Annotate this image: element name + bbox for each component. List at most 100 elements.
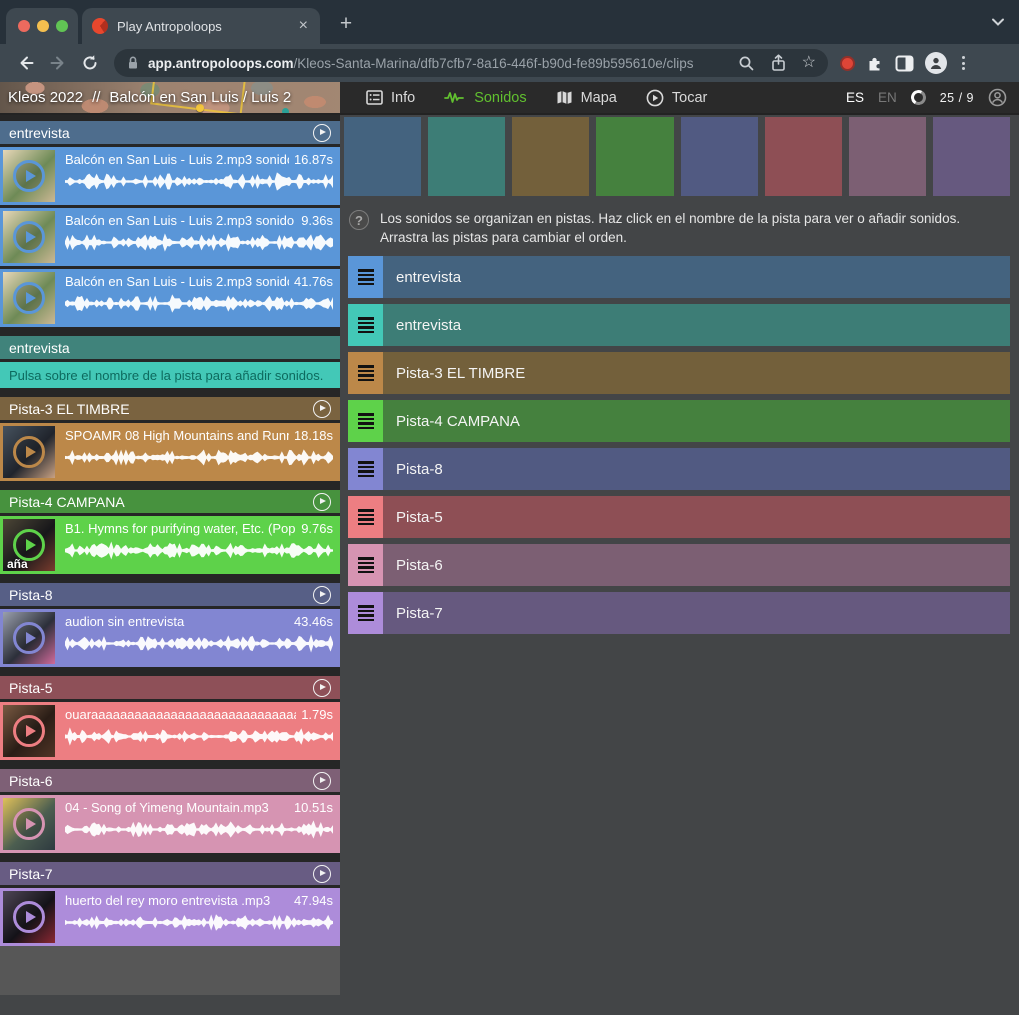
drag-handle-icon[interactable] — [348, 448, 383, 490]
browser-menu-icon[interactable] — [958, 56, 969, 70]
track-header[interactable]: Pista-7 — [0, 862, 340, 885]
track-row[interactable]: Pista-8 — [348, 448, 1010, 490]
clip-item[interactable]: Balcón en San Luis - Luis 2.mp3 sonido h… — [0, 269, 340, 327]
clip-item[interactable]: SPOAMR 08 High Mountains and Running ...… — [0, 423, 340, 481]
track-row-bar[interactable]: Pista-7 — [383, 592, 1010, 634]
clip-play-button[interactable] — [13, 436, 45, 468]
forward-button[interactable] — [42, 48, 74, 78]
browser-profile-avatar[interactable] — [925, 52, 947, 74]
track-row[interactable]: Pista-6 — [348, 544, 1010, 586]
clip-thumbnail[interactable] — [3, 211, 55, 263]
recording-extension-icon[interactable] — [840, 56, 855, 71]
track-header[interactable]: entrevista — [0, 121, 340, 144]
track-row[interactable]: Pista-4 CAMPANA — [348, 400, 1010, 442]
clip-thumbnail[interactable] — [3, 612, 55, 664]
breadcrumb[interactable]: Kleos 2022 // Balcón en San Luis / Luis … — [8, 82, 291, 113]
track-color-swatch[interactable] — [681, 117, 758, 196]
zoom-page-icon[interactable] — [738, 55, 755, 72]
clip-thumbnail[interactable] — [3, 798, 55, 850]
track-row-bar[interactable]: Pista-5 — [383, 496, 1010, 538]
nav-info[interactable]: Info — [366, 90, 415, 106]
window-minimize-button[interactable] — [37, 20, 49, 32]
clip-play-button[interactable] — [13, 622, 45, 654]
clip-item[interactable]: huerto del rey moro entrevista .mp3 47.9… — [0, 888, 340, 946]
lang-es-button[interactable]: ES — [846, 90, 864, 105]
lang-en-button[interactable]: EN — [878, 90, 897, 105]
drag-handle-icon[interactable] — [348, 256, 383, 298]
clip-thumbnail[interactable] — [3, 272, 55, 324]
browser-tab[interactable]: Play Antropoloops × — [82, 8, 320, 44]
track-row[interactable]: entrevista — [348, 304, 1010, 346]
track-row-bar[interactable]: Pista-8 — [383, 448, 1010, 490]
track-row[interactable]: Pista-7 — [348, 592, 1010, 634]
drag-handle-icon[interactable] — [348, 400, 383, 442]
nav-mapa[interactable]: Mapa — [556, 90, 617, 106]
reload-button[interactable] — [74, 48, 106, 78]
track-color-swatch[interactable] — [933, 117, 1010, 196]
track-color-swatch[interactable] — [512, 117, 589, 196]
breadcrumb-project[interactable]: Kleos 2022 — [8, 89, 83, 106]
clip-item[interactable]: 04 - Song of Yimeng Mountain.mp3 10.51s — [0, 795, 340, 853]
track-row-bar[interactable]: Pista-4 CAMPANA — [383, 400, 1010, 442]
url-bar[interactable]: app.antropoloops.com/Kleos-Santa-Marina/… — [114, 49, 828, 77]
clip-play-button[interactable] — [13, 160, 45, 192]
window-close-button[interactable] — [18, 20, 30, 32]
track-header[interactable]: Pista-4 CAMPANA — [0, 490, 340, 513]
extensions-puzzle-icon[interactable] — [866, 54, 884, 72]
track-row-bar[interactable]: Pista-3 EL TIMBRE — [383, 352, 1010, 394]
track-header[interactable]: Pista-6 — [0, 769, 340, 792]
track-row[interactable]: Pista-5 — [348, 496, 1010, 538]
track-play-button[interactable] — [313, 586, 331, 604]
nav-sonidos[interactable]: Sonidos — [444, 90, 526, 106]
window-zoom-button[interactable] — [56, 20, 68, 32]
new-tab-button[interactable]: + — [332, 10, 360, 38]
clip-thumbnail[interactable] — [3, 891, 55, 943]
track-header[interactable]: Pista-3 EL TIMBRE — [0, 397, 340, 420]
account-icon[interactable] — [988, 88, 1007, 107]
drag-handle-icon[interactable] — [348, 544, 383, 586]
drag-handle-icon[interactable] — [348, 304, 383, 346]
clip-thumbnail[interactable] — [3, 150, 55, 202]
clip-play-button[interactable] — [13, 901, 45, 933]
track-play-button[interactable] — [313, 772, 331, 790]
clip-thumbnail[interactable] — [3, 705, 55, 757]
clip-item[interactable]: Balcón en San Luis - Luis 2.mp3 sonido h… — [0, 147, 340, 205]
clip-play-button[interactable] — [13, 715, 45, 747]
tab-search-chevron-icon[interactable] — [991, 17, 1005, 27]
track-color-swatch[interactable] — [765, 117, 842, 196]
track-row[interactable]: entrevista — [348, 256, 1010, 298]
track-play-button[interactable] — [313, 493, 331, 511]
share-icon[interactable] — [770, 54, 787, 72]
clip-play-button[interactable] — [13, 221, 45, 253]
nav-tocar[interactable]: Tocar — [646, 89, 707, 107]
drag-handle-icon[interactable] — [348, 592, 383, 634]
clip-play-button[interactable] — [13, 282, 45, 314]
track-color-swatch[interactable] — [849, 117, 926, 196]
track-header[interactable]: Pista-8 — [0, 583, 340, 606]
track-row-bar[interactable]: entrevista — [383, 304, 1010, 346]
clip-item[interactable]: ouaraaaaaaaaaaaaaaaaaaaaaaaaaaaaaaaaaaaa… — [0, 702, 340, 760]
track-color-swatch[interactable] — [596, 117, 673, 196]
track-row[interactable]: Pista-3 EL TIMBRE — [348, 352, 1010, 394]
track-header[interactable]: entrevista — [0, 336, 340, 359]
track-play-button[interactable] — [313, 679, 331, 697]
clip-item[interactable]: aña B1. Hymns for purifying water, Etc. … — [0, 516, 340, 574]
drag-handle-icon[interactable] — [348, 352, 383, 394]
clip-play-button[interactable] — [13, 808, 45, 840]
track-color-swatch[interactable] — [428, 117, 505, 196]
clip-thumbnail[interactable] — [3, 426, 55, 478]
track-row-bar[interactable]: entrevista — [383, 256, 1010, 298]
drag-handle-icon[interactable] — [348, 496, 383, 538]
bookmark-star-icon[interactable]: ☆ — [802, 55, 816, 71]
track-play-button[interactable] — [313, 865, 331, 883]
clip-thumbnail[interactable]: aña — [3, 519, 55, 571]
clip-item[interactable]: audion sin entrevista 43.46s — [0, 609, 340, 667]
track-play-button[interactable] — [313, 400, 331, 418]
lock-icon[interactable] — [126, 55, 140, 71]
back-button[interactable] — [10, 48, 42, 78]
track-row-bar[interactable]: Pista-6 — [383, 544, 1010, 586]
track-color-swatch[interactable] — [344, 117, 421, 196]
track-header[interactable]: Pista-5 — [0, 676, 340, 699]
clip-item[interactable]: Balcón en San Luis - Luis 2.mp3 sonido h… — [0, 208, 340, 266]
track-play-button[interactable] — [313, 124, 331, 142]
